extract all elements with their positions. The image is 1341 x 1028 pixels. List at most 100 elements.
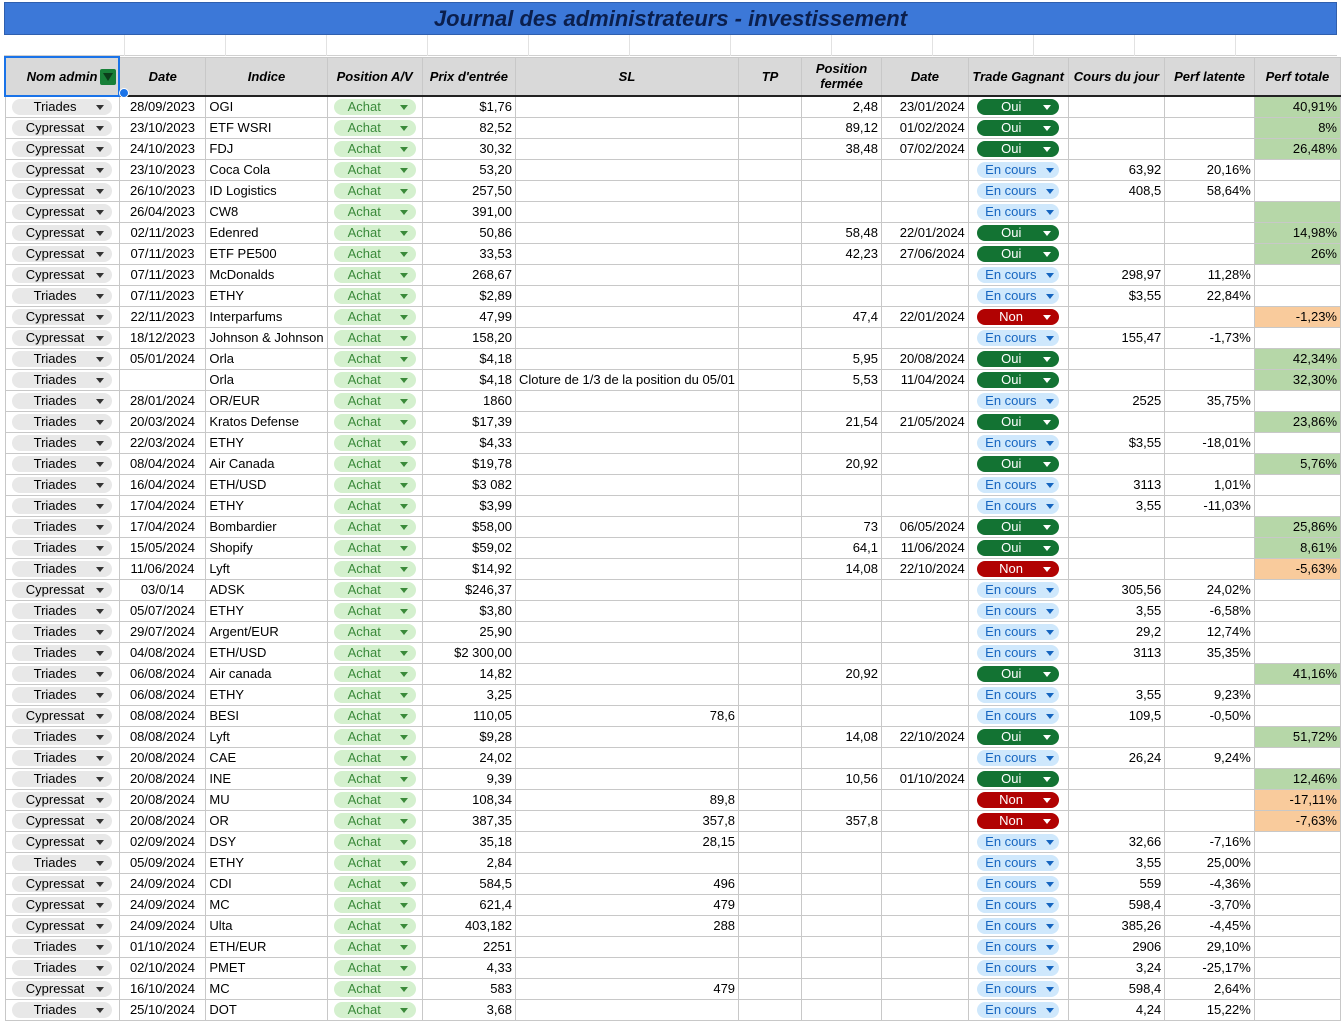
cell-date[interactable]: 03/0/14: [118, 578, 207, 601]
position-dropdown[interactable]: Achat: [333, 581, 416, 598]
cell-tp[interactable]: [738, 116, 803, 139]
cell-trade-gagnant[interactable]: Oui: [967, 410, 1069, 433]
cell-date[interactable]: 17/04/2024: [118, 494, 207, 517]
cell-tp[interactable]: [738, 95, 803, 118]
admin-dropdown[interactable]: Cypressat: [12, 266, 113, 283]
cell-date[interactable]: 05/01/2024: [118, 347, 207, 370]
trade-status-dropdown[interactable]: Oui: [977, 371, 1060, 388]
cell-perf-totale[interactable]: [1253, 998, 1341, 1021]
trade-status-dropdown[interactable]: Oui: [977, 539, 1060, 556]
cell-position-fermee[interactable]: [801, 956, 883, 979]
cell-position[interactable]: Achat: [326, 158, 423, 181]
cell-sl[interactable]: [514, 746, 740, 769]
cell-trade-gagnant[interactable]: En cours: [967, 494, 1069, 517]
cell-position-fermee[interactable]: 73: [801, 515, 883, 538]
cell-perf-totale[interactable]: [1253, 578, 1341, 601]
cell-position-fermee[interactable]: 64,1: [801, 536, 883, 559]
cell-trade-gagnant[interactable]: Oui: [967, 515, 1069, 538]
cell-indice[interactable]: Orla: [205, 368, 328, 391]
cell-date[interactable]: 28/09/2023: [118, 95, 207, 118]
cell-date[interactable]: 16/04/2024: [118, 473, 207, 496]
trade-status-dropdown[interactable]: En cours: [977, 1001, 1060, 1018]
cell-date-fermeture[interactable]: [881, 473, 969, 496]
cell-cours-du-jour[interactable]: 3,24: [1067, 956, 1166, 979]
cell-date-fermeture[interactable]: [881, 452, 969, 475]
cell-indice[interactable]: CDI: [205, 872, 328, 895]
cell-trade-gagnant[interactable]: Non: [967, 305, 1069, 328]
cell-date-fermeture[interactable]: [881, 977, 969, 1000]
cell-admin[interactable]: Triades: [4, 95, 120, 118]
cell-perf-latente[interactable]: -3,70%: [1164, 893, 1255, 916]
cell-perf-latente[interactable]: 11,28%: [1164, 263, 1255, 286]
cell-perf-totale[interactable]: -17,11%: [1253, 788, 1341, 811]
cell-cours-du-jour[interactable]: [1067, 137, 1166, 160]
cell-trade-gagnant[interactable]: En cours: [967, 956, 1069, 979]
cell-indice[interactable]: ETF WSRI: [205, 116, 328, 139]
cell-indice[interactable]: OGI: [205, 95, 328, 118]
cell-position[interactable]: Achat: [326, 641, 423, 664]
cell-tp[interactable]: [738, 767, 803, 790]
cell-position-fermee[interactable]: [801, 158, 883, 181]
cell-position-fermee[interactable]: 10,56: [801, 767, 883, 790]
cell-perf-totale[interactable]: [1253, 620, 1341, 643]
cell-tp[interactable]: [738, 851, 803, 874]
cell-date-fermeture[interactable]: [881, 179, 969, 202]
cell-position[interactable]: Achat: [326, 431, 423, 454]
cell-cours-du-jour[interactable]: 3,55: [1067, 851, 1166, 874]
cell-sl[interactable]: 479: [514, 893, 740, 916]
cell-date[interactable]: 24/09/2024: [118, 872, 207, 895]
cell-admin[interactable]: Triades: [4, 725, 120, 748]
cell-perf-latente[interactable]: 24,02%: [1164, 578, 1255, 601]
cell-position[interactable]: Achat: [326, 998, 423, 1021]
cell-prix-entree[interactable]: 4,33: [421, 956, 516, 979]
trade-status-dropdown[interactable]: Oui: [977, 99, 1060, 116]
cell-date-fermeture[interactable]: [881, 599, 969, 622]
cell-position-fermee[interactable]: 20,92: [801, 452, 883, 475]
cell-position[interactable]: Achat: [326, 242, 423, 265]
admin-dropdown[interactable]: Triades: [12, 959, 113, 976]
cell-sl[interactable]: [514, 515, 740, 538]
cell-perf-totale[interactable]: [1253, 935, 1341, 958]
admin-dropdown[interactable]: Triades: [12, 770, 113, 787]
cell-trade-gagnant[interactable]: En cours: [967, 977, 1069, 1000]
cell-sl[interactable]: [514, 389, 740, 412]
trade-status-dropdown[interactable]: En cours: [977, 833, 1060, 850]
cell-position-fermee[interactable]: 5,53: [801, 368, 883, 391]
cell-indice[interactable]: Lyft: [205, 725, 328, 748]
trade-status-dropdown[interactable]: Oui: [977, 728, 1060, 745]
cell-sl[interactable]: [514, 620, 740, 643]
cell-admin[interactable]: Cypressat: [4, 263, 120, 286]
cell-admin[interactable]: Triades: [4, 557, 120, 580]
cell-cours-du-jour[interactable]: [1067, 221, 1166, 244]
cell-perf-totale[interactable]: 26,48%: [1253, 137, 1341, 160]
cell-sl[interactable]: 496: [514, 872, 740, 895]
admin-dropdown[interactable]: Triades: [12, 350, 113, 367]
trade-status-dropdown[interactable]: Oui: [977, 413, 1060, 430]
cell-position-fermee[interactable]: [801, 179, 883, 202]
cell-sl[interactable]: [514, 557, 740, 580]
position-dropdown[interactable]: Achat: [333, 140, 416, 157]
header-nom-admin[interactable]: Nom admin: [3, 56, 121, 97]
cell-indice[interactable]: Kratos Defense: [205, 410, 328, 433]
cell-cours-du-jour[interactable]: 109,5: [1067, 704, 1166, 727]
cell-date[interactable]: 28/01/2024: [118, 389, 207, 412]
cell-position-fermee[interactable]: 42,23: [801, 242, 883, 265]
cell-perf-latente[interactable]: 35,75%: [1164, 389, 1255, 412]
cell-prix-entree[interactable]: $2,89: [421, 284, 516, 307]
cell-date[interactable]: 02/09/2024: [118, 830, 207, 853]
position-dropdown[interactable]: Achat: [333, 560, 416, 577]
cell-admin[interactable]: Triades: [4, 746, 120, 769]
cell-cours-du-jour[interactable]: [1067, 809, 1166, 832]
cell-trade-gagnant[interactable]: Oui: [967, 725, 1069, 748]
cell-cours-du-jour[interactable]: 298,97: [1067, 263, 1166, 286]
cell-cours-du-jour[interactable]: 155,47: [1067, 326, 1166, 349]
cell-cours-du-jour[interactable]: [1067, 368, 1166, 391]
cell-date-fermeture[interactable]: [881, 158, 969, 181]
cell-perf-latente[interactable]: 35,35%: [1164, 641, 1255, 664]
cell-date-fermeture[interactable]: [881, 263, 969, 286]
position-dropdown[interactable]: Achat: [333, 539, 416, 556]
position-dropdown[interactable]: Achat: [333, 434, 416, 451]
trade-status-dropdown[interactable]: En cours: [977, 623, 1060, 640]
cell-date-fermeture[interactable]: 22/01/2024: [881, 305, 969, 328]
cell-admin[interactable]: Triades: [4, 767, 120, 790]
